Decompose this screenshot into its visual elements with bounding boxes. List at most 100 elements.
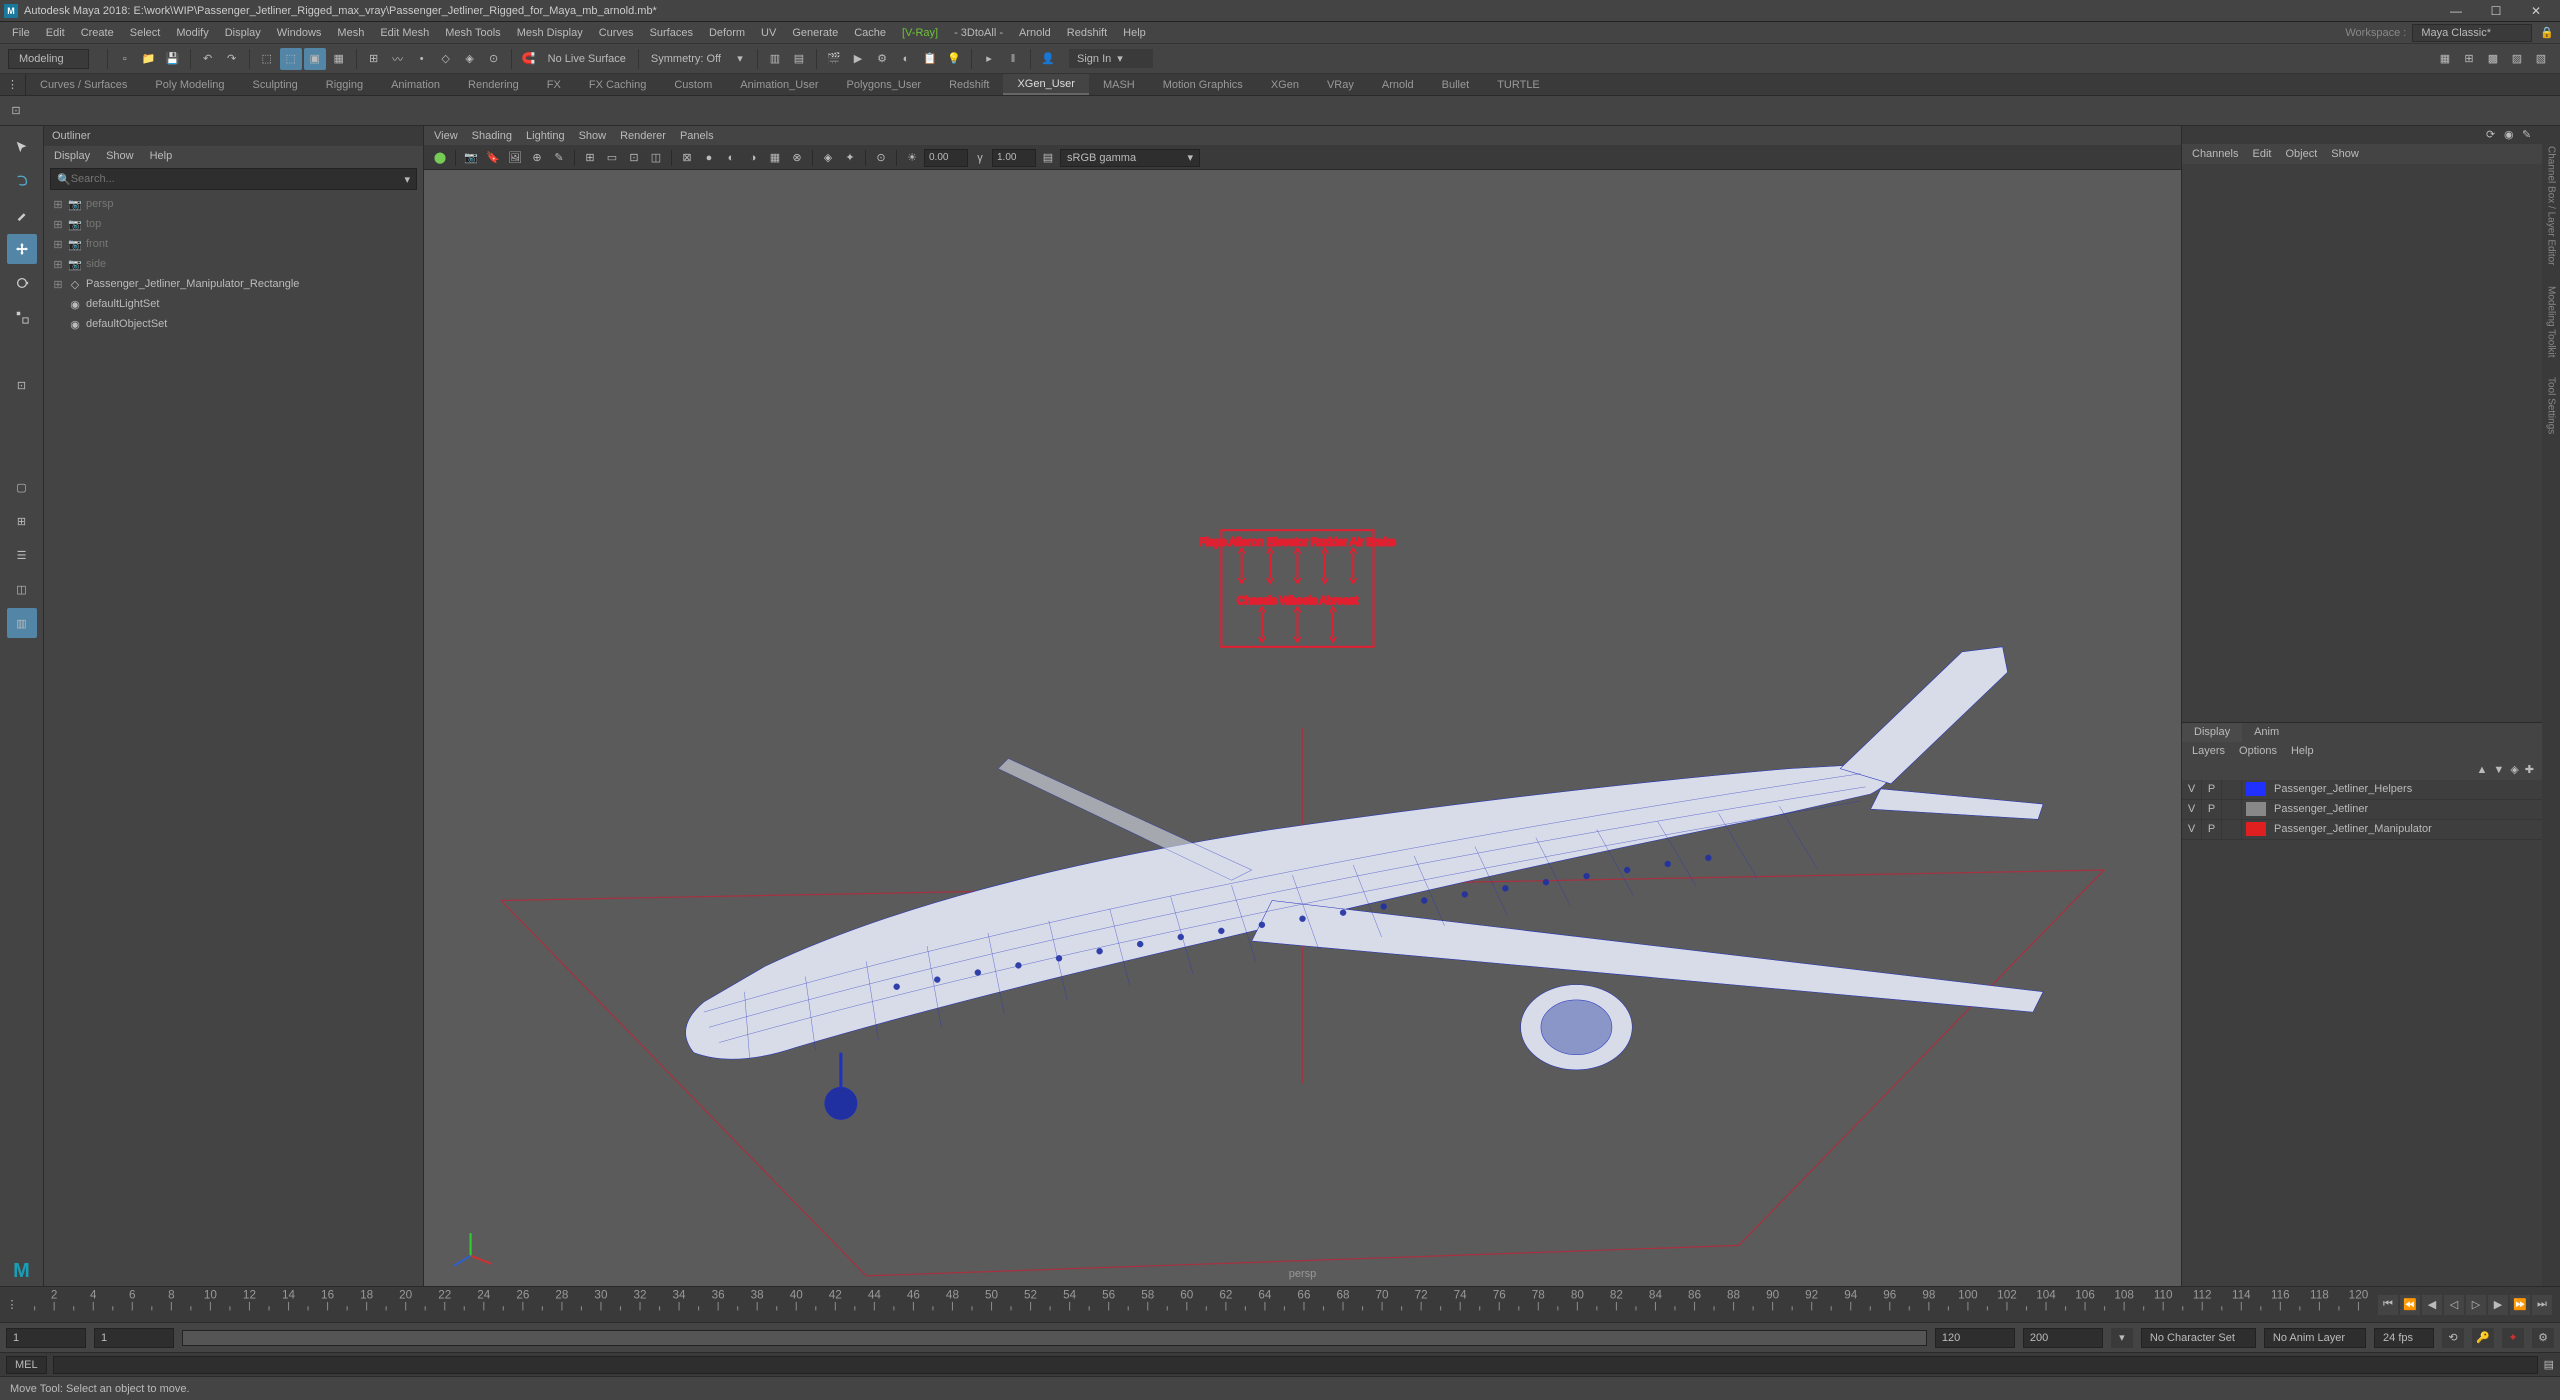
four-view-button[interactable]: ⊞ bbox=[7, 506, 37, 536]
autokey-icon[interactable]: 🔑 bbox=[2472, 1328, 2494, 1348]
playblast-button[interactable]: ▸ bbox=[978, 48, 1000, 70]
search-dropdown-icon[interactable]: ▾ bbox=[404, 173, 410, 186]
channelbox-menu-show[interactable]: Show bbox=[2331, 148, 2359, 160]
resolution-gate-icon[interactable]: ⊡ bbox=[624, 148, 644, 168]
film-gate-icon[interactable]: ▭ bbox=[602, 148, 622, 168]
play-back-button[interactable]: ◁ bbox=[2444, 1295, 2464, 1315]
render-button[interactable]: 🎬 bbox=[823, 48, 845, 70]
layers-menu-layers[interactable]: Layers bbox=[2192, 745, 2225, 757]
menu-3dtoall[interactable]: - 3DtoAll - bbox=[946, 22, 1011, 43]
outliner-search-input[interactable] bbox=[71, 173, 405, 185]
menu-display[interactable]: Display bbox=[217, 22, 269, 43]
menu-vray[interactable]: [V-Ray] bbox=[894, 22, 946, 43]
single-view-button[interactable]: ▢ bbox=[7, 472, 37, 502]
menu-file[interactable]: File bbox=[4, 22, 38, 43]
step-forward-key-button[interactable]: ⏩ bbox=[2510, 1295, 2530, 1315]
grid-toggle-icon[interactable]: ⊞ bbox=[580, 148, 600, 168]
goto-end-button[interactable]: ⏭ bbox=[2532, 1295, 2552, 1315]
live-surface-icon[interactable]: 🧲 bbox=[518, 48, 540, 70]
menu-cache[interactable]: Cache bbox=[846, 22, 894, 43]
menu-edit[interactable]: Edit bbox=[38, 22, 73, 43]
sidebar-tab-toolsettings[interactable]: Tool Settings bbox=[2546, 377, 2557, 434]
light-editor-button[interactable]: 💡 bbox=[943, 48, 965, 70]
viewport-menu-lighting[interactable]: Lighting bbox=[526, 130, 565, 142]
set-key-button[interactable]: ✦ bbox=[2502, 1328, 2524, 1348]
new-scene-button[interactable]: ▫ bbox=[114, 48, 136, 70]
menu-surfaces[interactable]: Surfaces bbox=[642, 22, 701, 43]
xray-button[interactable]: ▦ bbox=[2434, 48, 2456, 70]
viewport-menu-renderer[interactable]: Renderer bbox=[620, 130, 666, 142]
minimize-button[interactable]: — bbox=[2436, 1, 2476, 21]
layers-menu-options[interactable]: Options bbox=[2239, 745, 2277, 757]
gate-mask-icon[interactable]: ◫ bbox=[646, 148, 666, 168]
menu-help[interactable]: Help bbox=[1115, 22, 1154, 43]
colorspace-selector[interactable]: sRGB gamma▾ bbox=[1060, 149, 1200, 167]
workspace-selector[interactable]: Maya Classic* bbox=[2412, 24, 2532, 42]
layer-move-down-icon[interactable]: ▼ bbox=[2493, 764, 2504, 776]
wireframe-on-shaded-icon[interactable]: ⊗ bbox=[787, 148, 807, 168]
layer-row[interactable]: V P Passenger_Jetliner_Manipulator bbox=[2182, 820, 2542, 840]
shelf-tab-custom[interactable]: Custom bbox=[660, 74, 726, 95]
symmetry-label[interactable]: Symmetry: Off bbox=[645, 53, 727, 65]
menu-meshtools[interactable]: Mesh Tools bbox=[437, 22, 508, 43]
command-input[interactable] bbox=[53, 1356, 2538, 1374]
snap-grid-button[interactable]: ⊞ bbox=[363, 48, 385, 70]
layer-move-up-icon[interactable]: ▲ bbox=[2477, 764, 2488, 776]
shelf-tab-bullet[interactable]: Bullet bbox=[1428, 74, 1484, 95]
viewport-menu-panels[interactable]: Panels bbox=[680, 130, 714, 142]
paint-select-tool[interactable] bbox=[7, 200, 37, 230]
gamma-icon[interactable]: γ bbox=[970, 148, 990, 168]
layer-color-swatch[interactable] bbox=[2246, 822, 2266, 836]
outliner-item-side[interactable]: ⊞📷side bbox=[44, 254, 423, 274]
layer-playback[interactable]: P bbox=[2202, 800, 2222, 819]
rotate-tool[interactable] bbox=[7, 268, 37, 298]
select-hierarchy-button[interactable]: ⬚ bbox=[280, 48, 302, 70]
layer-color-swatch[interactable] bbox=[2246, 782, 2266, 796]
symmetry-dropdown[interactable]: ▾ bbox=[729, 48, 751, 70]
layers-menu-help[interactable]: Help bbox=[2291, 745, 2314, 757]
shelf-item-icon[interactable]: ⊡ bbox=[6, 101, 26, 121]
wireframe-button[interactable]: ⊞ bbox=[2458, 48, 2480, 70]
outliner-item-front[interactable]: ⊞📷front bbox=[44, 234, 423, 254]
shelf-tab-xgen[interactable]: XGen bbox=[1257, 74, 1313, 95]
shelf-tab-fx[interactable]: FX bbox=[533, 74, 575, 95]
gamma-field[interactable]: 1.00 bbox=[992, 149, 1036, 167]
shelf-tab-rigging[interactable]: Rigging bbox=[312, 74, 377, 95]
layer-playback[interactable]: P bbox=[2202, 780, 2222, 799]
pause-button[interactable]: ‖ bbox=[1002, 48, 1024, 70]
smooth-shade-icon[interactable]: ● bbox=[699, 148, 719, 168]
outliner-menu-show[interactable]: Show bbox=[106, 150, 134, 162]
menu-mesh[interactable]: Mesh bbox=[329, 22, 372, 43]
layer-new-icon[interactable]: ✚ bbox=[2525, 763, 2534, 776]
layer-name[interactable]: Passenger_Jetliner_Helpers bbox=[2270, 783, 2412, 795]
script-editor-button[interactable]: ▤ bbox=[2544, 1358, 2554, 1371]
ipr-button[interactable]: ▶ bbox=[847, 48, 869, 70]
maximize-button[interactable]: ☐ bbox=[2476, 1, 2516, 21]
shelf-tab-curves[interactable]: Curves / Surfaces bbox=[26, 74, 141, 95]
lock-icon[interactable]: 🔒 bbox=[2538, 24, 2556, 42]
render-setup-button[interactable]: 📋 bbox=[919, 48, 941, 70]
layer-name[interactable]: Passenger_Jetliner_Manipulator bbox=[2270, 823, 2432, 835]
layer-row[interactable]: V P Passenger_Jetliner_Helpers bbox=[2182, 780, 2542, 800]
shelf-tab-sculpting[interactable]: Sculpting bbox=[239, 74, 312, 95]
menu-uv[interactable]: UV bbox=[753, 22, 784, 43]
range-slider-track[interactable] bbox=[182, 1330, 1927, 1346]
outliner-item-manipulator[interactable]: ⊞◇Passenger_Jetliner_Manipulator_Rectang… bbox=[44, 274, 423, 294]
menu-windows[interactable]: Windows bbox=[269, 22, 330, 43]
shelf-tab-redshift[interactable]: Redshift bbox=[935, 74, 1003, 95]
layer-playback[interactable]: P bbox=[2202, 820, 2222, 839]
shelf-tab-fxcaching[interactable]: FX Caching bbox=[575, 74, 660, 95]
fps-selector[interactable]: 24 fps bbox=[2374, 1328, 2434, 1348]
viewport-menu-view[interactable]: View bbox=[434, 130, 458, 142]
mode-selector[interactable]: Modeling bbox=[8, 49, 89, 69]
menu-create[interactable]: Create bbox=[73, 22, 122, 43]
layer-visibility[interactable]: V bbox=[2182, 800, 2202, 819]
anim-start-field[interactable]: 1 bbox=[6, 1328, 86, 1348]
shelf-tab-animation[interactable]: Animation bbox=[377, 74, 454, 95]
shelf-tab-arnold[interactable]: Arnold bbox=[1368, 74, 1428, 95]
viewport-menu-show[interactable]: Show bbox=[579, 130, 607, 142]
use-lights-icon[interactable]: ◐ bbox=[721, 148, 741, 168]
sync-icon[interactable]: ◉ bbox=[2504, 128, 2518, 142]
timeline-handle[interactable]: ⋮ bbox=[0, 1287, 24, 1322]
menu-editmesh[interactable]: Edit Mesh bbox=[372, 22, 437, 43]
